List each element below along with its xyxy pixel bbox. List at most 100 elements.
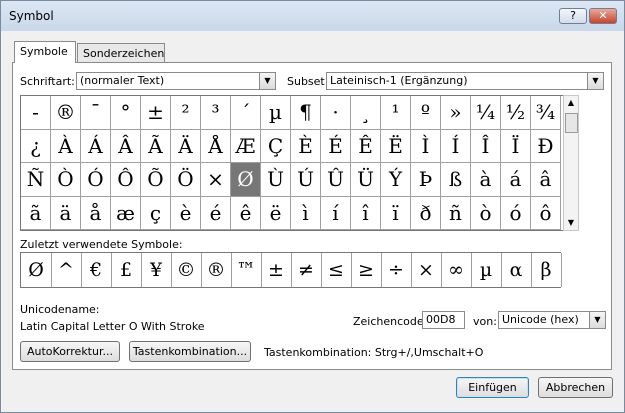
symbol-cell[interactable]: ¿ bbox=[21, 129, 51, 163]
symbol-cell[interactable]: è bbox=[171, 196, 201, 230]
symbol-cell[interactable]: º bbox=[411, 96, 441, 130]
symbol-cell[interactable]: å bbox=[81, 196, 111, 230]
symbol-cell[interactable]: ¯ bbox=[81, 96, 111, 130]
symbol-cell[interactable]: Á bbox=[81, 129, 111, 163]
symbol-cell[interactable]: ç bbox=[141, 196, 171, 230]
symbol-cell[interactable]: Ç bbox=[261, 129, 291, 163]
symbol-cell[interactable]: ã bbox=[21, 196, 51, 230]
symbol-cell[interactable]: Â bbox=[111, 129, 141, 163]
symbol-cell[interactable]: ñ bbox=[441, 196, 471, 230]
symbol-cell[interactable]: Ò bbox=[51, 163, 81, 197]
recent-symbol-cell[interactable]: ^ bbox=[51, 253, 82, 287]
close-button[interactable]: ✕ bbox=[589, 8, 617, 24]
symbol-cell[interactable]: Ó bbox=[81, 163, 111, 197]
cancel-button[interactable]: Abbrechen bbox=[538, 377, 613, 398]
symbol-cell[interactable]: î bbox=[351, 196, 381, 230]
symbol-cell[interactable]: Ý bbox=[381, 163, 411, 197]
symbol-cell[interactable]: Ë bbox=[381, 129, 411, 163]
font-select[interactable]: (normaler Text) ▼ bbox=[76, 72, 276, 90]
symbol-cell[interactable]: - bbox=[21, 96, 51, 130]
scroll-up-icon[interactable]: ▲ bbox=[564, 96, 578, 110]
symbol-cell[interactable]: ¶ bbox=[291, 96, 321, 130]
shortcut-key-button[interactable]: Tastenkombination... bbox=[129, 341, 251, 362]
symbol-cell[interactable]: Ï bbox=[501, 129, 531, 163]
symbol-cell[interactable]: Æ bbox=[231, 129, 261, 163]
recent-symbol-cell[interactable]: ® bbox=[201, 253, 232, 287]
symbol-grid-scrollbar[interactable]: ▲ ▼ bbox=[563, 95, 579, 231]
symbol-cell[interactable]: Ø bbox=[231, 163, 261, 197]
char-code-field[interactable]: 00D8 bbox=[422, 311, 465, 329]
recent-symbol-cell[interactable]: ¥ bbox=[141, 253, 172, 287]
symbol-cell[interactable]: à bbox=[471, 163, 501, 197]
symbol-cell[interactable]: ® bbox=[51, 96, 81, 130]
symbol-cell[interactable]: Ú bbox=[291, 163, 321, 197]
recent-symbol-cell[interactable]: £ bbox=[111, 253, 142, 287]
recent-symbol-cell[interactable]: ≠ bbox=[291, 253, 322, 287]
symbol-cell[interactable]: × bbox=[201, 163, 231, 197]
symbol-cell[interactable]: ½ bbox=[501, 96, 531, 130]
symbol-cell[interactable]: Ö bbox=[171, 163, 201, 197]
symbol-cell[interactable]: ë bbox=[261, 196, 291, 230]
symbol-cell[interactable]: ´ bbox=[231, 96, 261, 130]
tab-sonderzeichen[interactable]: Sonderzeichen bbox=[77, 43, 165, 64]
autocorrect-button[interactable]: AutoKorrektur... bbox=[20, 341, 120, 362]
symbol-cell[interactable]: Ì bbox=[411, 129, 441, 163]
symbol-cell[interactable]: · bbox=[321, 96, 351, 130]
symbol-cell[interactable]: Ù bbox=[261, 163, 291, 197]
symbol-cell[interactable]: Î bbox=[471, 129, 501, 163]
symbol-cell[interactable]: Đ bbox=[531, 129, 561, 163]
symbol-cell[interactable]: ï bbox=[381, 196, 411, 230]
scroll-thumb[interactable] bbox=[565, 113, 578, 133]
symbol-cell[interactable]: á bbox=[501, 163, 531, 197]
symbol-cell[interactable]: Ê bbox=[351, 129, 381, 163]
symbol-cell[interactable]: ³ bbox=[201, 96, 231, 130]
symbol-cell[interactable]: Þ bbox=[411, 163, 441, 197]
insert-button[interactable]: Einfügen bbox=[456, 377, 529, 398]
symbol-cell[interactable]: ° bbox=[111, 96, 141, 130]
recent-symbol-cell[interactable]: ± bbox=[261, 253, 292, 287]
symbol-cell[interactable]: » bbox=[441, 96, 471, 130]
symbol-cell[interactable]: Ã bbox=[141, 129, 171, 163]
symbol-cell[interactable]: é bbox=[201, 196, 231, 230]
symbol-cell[interactable]: â bbox=[531, 163, 561, 197]
symbol-cell[interactable]: Û bbox=[321, 163, 351, 197]
symbol-cell[interactable]: µ bbox=[261, 96, 291, 130]
subset-select[interactable]: Lateinisch-1 (Ergänzung) ▼ bbox=[326, 72, 604, 90]
symbol-cell[interactable]: È bbox=[291, 129, 321, 163]
recent-symbol-cell[interactable]: € bbox=[81, 253, 112, 287]
from-select[interactable]: Unicode (hex) ▼ bbox=[498, 311, 606, 329]
tab-symbole[interactable]: Symbole bbox=[14, 41, 76, 63]
scroll-down-icon[interactable]: ▼ bbox=[564, 216, 578, 230]
help-button[interactable]: ? bbox=[559, 8, 587, 24]
symbol-cell[interactable]: Ä bbox=[171, 129, 201, 163]
symbol-cell[interactable]: ò bbox=[471, 196, 501, 230]
symbol-cell[interactable]: í bbox=[321, 196, 351, 230]
symbol-cell[interactable]: Í bbox=[441, 129, 471, 163]
recent-symbol-cell[interactable]: µ bbox=[471, 253, 502, 287]
symbol-cell[interactable]: Ü bbox=[351, 163, 381, 197]
symbol-cell[interactable]: ² bbox=[171, 96, 201, 130]
recent-symbol-cell[interactable]: Ø bbox=[21, 253, 52, 287]
symbol-cell[interactable]: ß bbox=[441, 163, 471, 197]
symbol-cell[interactable]: ¸ bbox=[351, 96, 381, 130]
recent-symbol-cell[interactable]: ≤ bbox=[321, 253, 352, 287]
symbol-cell[interactable]: ¾ bbox=[531, 96, 561, 130]
recent-symbol-cell[interactable]: ≥ bbox=[351, 253, 382, 287]
symbol-cell[interactable]: ð bbox=[411, 196, 441, 230]
symbol-cell[interactable]: À bbox=[51, 129, 81, 163]
recent-symbol-cell[interactable]: ∞ bbox=[441, 253, 472, 287]
symbol-cell[interactable]: Ñ bbox=[21, 163, 51, 197]
symbol-cell[interactable]: ä bbox=[51, 196, 81, 230]
symbol-cell[interactable]: Ô bbox=[111, 163, 141, 197]
recent-symbol-cell[interactable]: β bbox=[531, 253, 562, 287]
recent-symbol-cell[interactable]: © bbox=[171, 253, 202, 287]
symbol-cell[interactable]: ê bbox=[231, 196, 261, 230]
symbol-cell[interactable]: ó bbox=[501, 196, 531, 230]
symbol-cell[interactable]: ¼ bbox=[471, 96, 501, 130]
symbol-cell[interactable]: Å bbox=[201, 129, 231, 163]
symbol-cell[interactable]: ± bbox=[141, 96, 171, 130]
symbol-cell[interactable]: ¹ bbox=[381, 96, 411, 130]
symbol-cell[interactable]: Õ bbox=[141, 163, 171, 197]
recent-symbol-cell[interactable]: ÷ bbox=[381, 253, 412, 287]
symbol-cell[interactable]: ì bbox=[291, 196, 321, 230]
